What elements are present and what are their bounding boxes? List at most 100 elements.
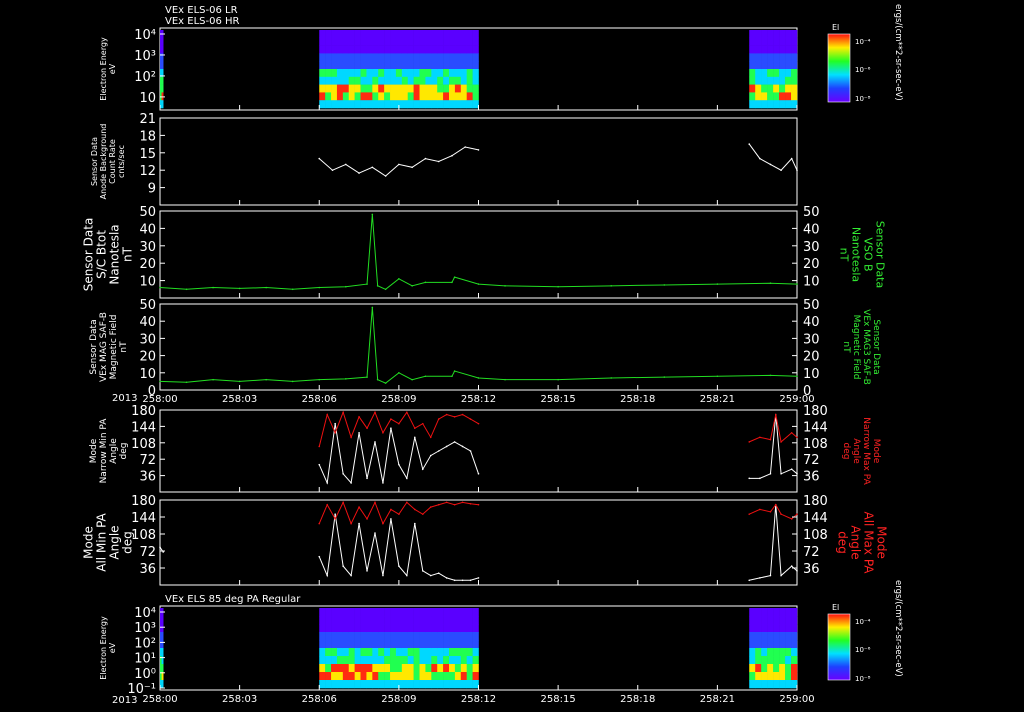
panel-7-heatmap-cell — [773, 656, 780, 665]
panel-1-heatmap-cell — [390, 76, 397, 85]
panel-2-series-1-point — [759, 157, 761, 160]
panel-5-series-1-point — [374, 441, 376, 443]
panel-1-heatmap-cell — [372, 37, 379, 46]
panel-3-ytick-label: 20 — [139, 257, 156, 272]
panel-1-heatmap-cell — [472, 45, 479, 54]
panel-1-heatmap-cell — [395, 53, 403, 62]
panel-1-heatmap-cell — [366, 76, 373, 85]
panel-4-series-1-point — [318, 378, 321, 381]
panel-1-heatmap-cell — [331, 92, 338, 101]
panel-7-heatmap-cell — [348, 648, 355, 657]
panel-3-series-1-point — [796, 283, 798, 285]
panel-6-series-2-point — [318, 522, 321, 525]
panel-5-series-1-point — [469, 450, 472, 452]
time-axis-top-label: 258:12 — [461, 394, 496, 405]
panel-7-heatmap-cell — [791, 656, 798, 665]
panel-7-heatmap-cell — [437, 608, 444, 617]
panel-7-heatmap-cell — [431, 672, 438, 681]
panel-2-series-1-point — [748, 143, 751, 145]
panel-5-series-1-point — [445, 445, 448, 448]
panel-1-heatmap-cell — [425, 100, 432, 109]
panel-3-series-1-point — [453, 276, 456, 278]
panel-7-heatmap-cell — [449, 624, 456, 633]
panel-6-series-1-point — [374, 532, 376, 534]
panel-1-heatmap-cell — [354, 69, 361, 78]
panel-5-series-1-point — [414, 436, 416, 439]
time-axis-bottom-label: 258:18 — [620, 694, 655, 705]
panel-7-heatmap-cell — [360, 648, 367, 657]
panel-1-heatmap-cell — [378, 84, 385, 93]
panel-5-ylabel-right-3: Angle — [851, 438, 861, 464]
panel-1-heatmap-cell — [407, 76, 414, 85]
panel-7-heatmap-cell — [413, 624, 420, 633]
panel-7-heatmap-cell — [749, 648, 756, 657]
panel-7-heatmap-cell — [419, 632, 426, 641]
panel-1-heatmap-cell — [401, 61, 409, 70]
panel-1-heatmap-cell — [413, 37, 420, 46]
panel-5-series-1-point — [326, 482, 329, 484]
panel-3-series-1-point — [384, 288, 387, 291]
panel-3-ylabel-right-4: nT — [837, 248, 850, 262]
panel-7-heatmap-cell — [372, 656, 379, 665]
panel-6-series-1-point — [318, 555, 321, 558]
panel-7-heatmap-cell — [454, 680, 462, 689]
panel-1-heatmap-cell — [319, 84, 326, 93]
panel-7-heatmap-cell — [454, 608, 462, 617]
panel-5-series-2-point — [748, 441, 751, 443]
panel-7-heatmap-cell — [791, 616, 798, 625]
panel-1-heatmap-cell — [785, 76, 792, 85]
panel-5-series-1-point — [382, 482, 384, 484]
panel-7-heatmap-cell — [401, 632, 409, 641]
panel-7-heatmap-cell — [443, 640, 450, 649]
panel-2-ytick-label: 18 — [139, 129, 156, 144]
panel-6-series-2-point — [382, 522, 384, 525]
panel-7-ytick-label: 10² — [134, 636, 156, 651]
panel-7-heatmap-cell — [460, 664, 468, 673]
panel-7-heatmap-cell — [466, 664, 473, 673]
panel-1-heatmap-cell — [755, 53, 762, 62]
panel-1-heatmap-cell — [161, 84, 164, 93]
panel-7-heatmap-cell — [419, 680, 426, 689]
panel-7-heatmap-cell — [761, 624, 768, 633]
panel-7-heatmap-cell — [773, 664, 780, 673]
panel-4-series-1-point — [291, 380, 294, 383]
panel-1-heatmap-cell — [472, 61, 479, 70]
panel-5: Mode Narrow Min PA Angle deg ModeNarrow Max … — [89, 404, 881, 493]
panel-7-heatmap-cell — [779, 632, 786, 641]
panel-4-series-1-point — [424, 375, 427, 378]
panel-1-heatmap-cell — [460, 84, 468, 93]
panel-4-series-1-point — [769, 374, 772, 377]
panel-6-series-2-point — [445, 501, 448, 504]
panel-7-heatmap-cell — [454, 664, 462, 673]
panel-7-heatmap-cell — [437, 656, 444, 665]
panel-1-heatmap-cell — [354, 92, 361, 101]
panel-6-ytick-label: 108 — [131, 528, 156, 543]
panel-7-heatmap-cell — [472, 624, 479, 633]
panel-1-heatmap-cell — [437, 76, 444, 85]
panel-1-heatmap-cell — [749, 100, 756, 109]
panel-7-heatmap-cell — [779, 672, 786, 681]
panel-3-series-1-point — [159, 286, 161, 289]
panel-7-heatmap-cell — [443, 656, 450, 665]
panel-4-ylabel-2: VEx MAG SAF-B — [99, 312, 109, 382]
panel-3-series-1-point — [663, 284, 666, 286]
colorbar-bottom-tick-1: 10⁻⁴ — [855, 618, 871, 626]
panel-7-heatmap-cell — [437, 624, 444, 633]
panel-1-heatmap-cell — [791, 100, 798, 109]
panel-1-heatmap-cell — [443, 53, 450, 62]
panel-4-series-1-point — [453, 370, 456, 372]
panel-7-heatmap-cell — [443, 648, 450, 657]
panel-5-series-1-point — [358, 431, 360, 434]
panel-5-series-1-point — [796, 472, 798, 475]
panel-7-heatmap-cell — [331, 656, 338, 665]
panel-7-heatmap-cell — [749, 616, 756, 625]
panel-7-heatmap-cell — [431, 664, 438, 673]
panel-5-series-2-point — [358, 416, 360, 418]
panel-7-heatmap-cell — [161, 664, 164, 673]
panel-7-ytick-label: 10³ — [134, 621, 156, 636]
panel-5-series-2-point — [390, 418, 392, 420]
panel-7-heatmap-cell — [407, 656, 414, 665]
colorbar-top-label: El — [832, 23, 839, 32]
panel-7-heatmap-cell — [319, 608, 326, 617]
panel-7-ytick-label: 10⁴ — [134, 606, 156, 621]
